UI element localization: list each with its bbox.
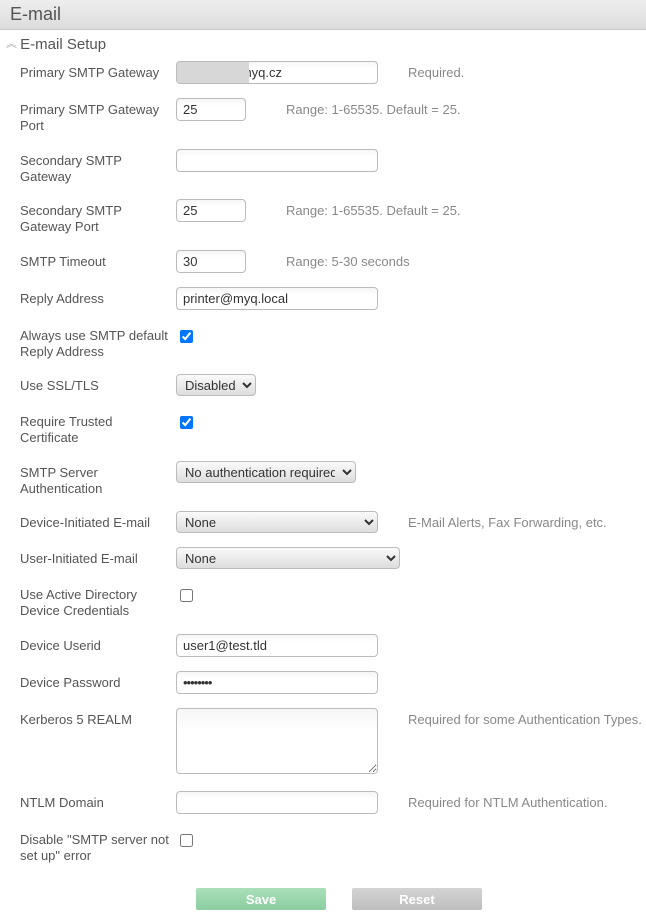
trusted-label: Require Trusted Certificate (20, 410, 176, 447)
dev-email-select[interactable]: None (176, 511, 378, 533)
chevron-up-icon: ︽ (6, 38, 16, 51)
ntlm-label: NTLM Domain (20, 791, 176, 811)
kerberos-label: Kerberos 5 REALM (20, 708, 176, 728)
ntlm-input[interactable] (176, 791, 378, 814)
reply-label: Reply Address (20, 287, 176, 307)
timeout-label: SMTP Timeout (20, 250, 176, 270)
page-header: E-mail (0, 0, 646, 30)
reply-input[interactable] (176, 287, 378, 310)
primary-gateway-hint: Required. (378, 61, 464, 80)
timeout-input[interactable] (176, 250, 246, 273)
auth-select[interactable]: No authentication required (176, 461, 356, 483)
primary-port-hint: Range: 1-65535. Default = 25. (246, 98, 461, 117)
primary-gateway-label: Primary SMTP Gateway (20, 61, 176, 81)
ad-creds-checkbox[interactable] (180, 589, 193, 602)
secondary-port-hint: Range: 1-65535. Default = 25. (246, 199, 461, 218)
ntlm-hint: Required for NTLM Authentication. (378, 791, 607, 810)
dev-email-label: Device-Initiated E-mail (20, 511, 176, 531)
disable-err-checkbox[interactable] (180, 834, 193, 847)
always-reply-label: Always use SMTP default Reply Address (20, 324, 176, 361)
timeout-hint: Range: 5-30 seconds (246, 250, 410, 269)
kerberos-hint: Required for some Authentication Types. (378, 708, 642, 727)
trusted-checkbox[interactable] (180, 416, 193, 429)
page-title: E-mail (10, 4, 61, 24)
kerberos-textarea[interactable] (176, 708, 378, 774)
primary-port-input[interactable] (176, 98, 246, 121)
secondary-gateway-label: Secondary SMTP Gateway (20, 149, 176, 186)
always-reply-checkbox[interactable] (180, 330, 193, 343)
ad-creds-label: Use Active Directory Device Credentials (20, 583, 176, 620)
password-label: Device Password (20, 671, 176, 691)
userid-input[interactable] (176, 634, 378, 657)
ssl-select[interactable]: Disabled (176, 374, 256, 396)
user-email-select[interactable]: None (176, 547, 400, 569)
secondary-port-input[interactable] (176, 199, 246, 222)
password-input[interactable] (176, 671, 378, 694)
section-title: E-mail Setup (20, 36, 106, 53)
userid-label: Device Userid (20, 634, 176, 654)
secondary-port-label: Secondary SMTP Gateway Port (20, 199, 176, 236)
dev-email-hint: E-Mail Alerts, Fax Forwarding, etc. (378, 511, 607, 530)
user-email-label: User-Initiated E-mail (20, 547, 176, 567)
primary-port-label: Primary SMTP Gateway Port (20, 98, 176, 135)
auth-label: SMTP Server Authentication (20, 461, 176, 498)
section-header[interactable]: ︽ E-mail Setup (0, 30, 646, 61)
reset-button[interactable]: Reset (352, 888, 482, 910)
primary-gateway-input[interactable] (176, 61, 378, 84)
disable-err-label: Disable "SMTP server not set up" error (20, 828, 176, 865)
secondary-gateway-input[interactable] (176, 149, 378, 172)
email-setup-form: Primary SMTP Gateway Required. Primary S… (0, 61, 646, 910)
ssl-label: Use SSL/TLS (20, 374, 176, 394)
save-button[interactable]: Save (196, 888, 326, 910)
